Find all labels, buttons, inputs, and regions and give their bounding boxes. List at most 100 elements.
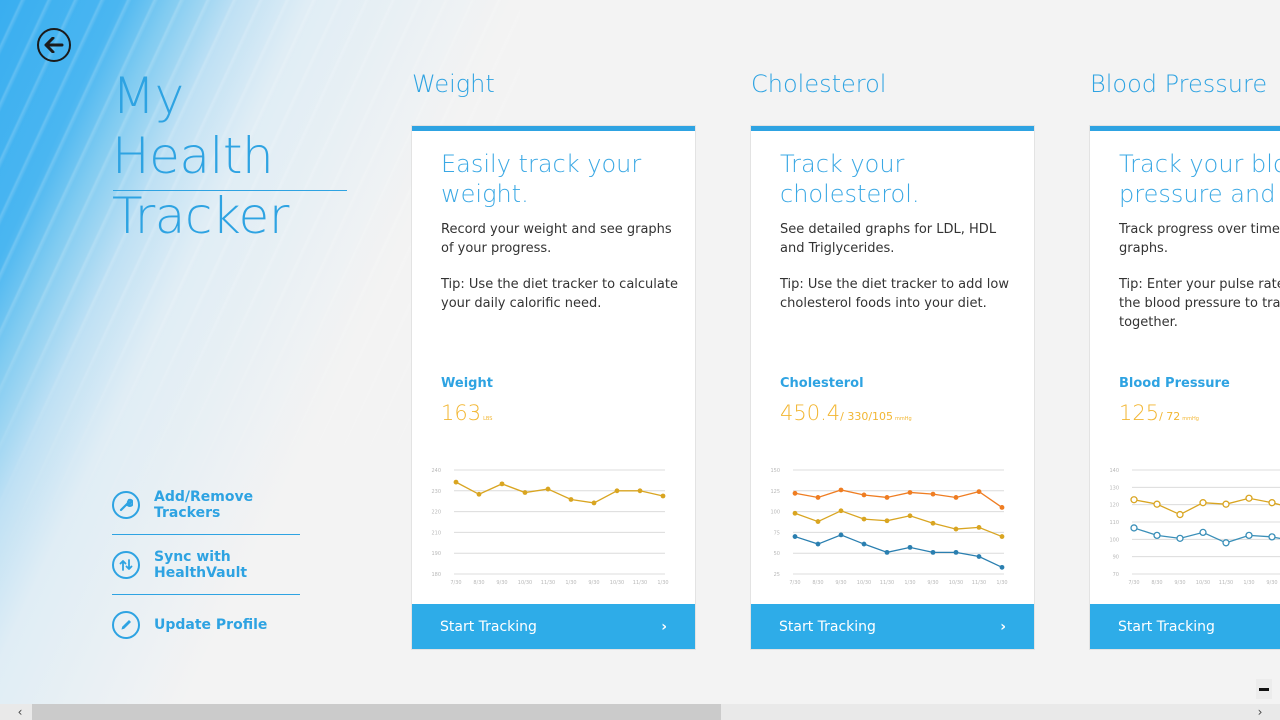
- section-title[interactable]: Weight: [412, 68, 695, 100]
- metric-value: 450.4/ 330/105 mmHg: [780, 401, 912, 425]
- description-paragraph: See detailed graphs for LDL, HDL and Trig…: [780, 222, 997, 256]
- y-tick-label: 230: [431, 489, 441, 495]
- data-point: [953, 549, 959, 555]
- action-label: Update Profile: [154, 617, 268, 633]
- data-point: [930, 491, 936, 497]
- data-point: [861, 516, 867, 522]
- pencil-icon: [112, 611, 140, 639]
- sync-arrows-icon: [112, 550, 140, 579]
- data-point: [930, 520, 936, 526]
- update-profile-button[interactable]: Update Profile: [112, 595, 300, 655]
- data-point: [815, 495, 821, 500]
- card-description: Track progress over time withgraphs. Tip…: [1119, 220, 1280, 332]
- metric-label: Weight: [441, 376, 493, 391]
- x-tick-label: 1/30: [1243, 580, 1254, 586]
- metric-value: 125/ 72 mmHg: [1119, 401, 1199, 425]
- y-tick-label: 125: [770, 489, 780, 495]
- action-label: Add/Remove Trackers: [154, 488, 254, 521]
- data-point: [1268, 499, 1276, 507]
- data-point: [930, 549, 936, 555]
- data-point: [591, 500, 597, 506]
- metric-primary: 450.4: [780, 401, 841, 425]
- data-point: [453, 479, 459, 485]
- y-tick-label: 75: [774, 530, 780, 536]
- start-tracking-button[interactable]: Start Tracking ›: [751, 604, 1034, 649]
- start-tracking-button[interactable]: Start Tracking ›: [412, 604, 695, 649]
- page-title: My Health Tracker: [112, 66, 352, 246]
- data-point: [838, 487, 844, 493]
- x-tick-label: 9/30: [1174, 580, 1185, 586]
- data-point: [1176, 510, 1184, 519]
- x-tick-label: 7/30: [789, 580, 800, 586]
- x-tick-label: 8/30: [812, 580, 823, 586]
- data-point: [637, 488, 643, 494]
- tip-paragraph: Tip: Use the diet tracker to calculate yo…: [441, 277, 678, 311]
- wrench-icon: [112, 490, 140, 519]
- headline-line: Track your: [780, 150, 905, 178]
- data-point: [976, 554, 982, 559]
- horizontal-scrollbar[interactable]: ‹ ›: [0, 704, 1280, 720]
- data-point: [976, 489, 982, 495]
- tip-paragraph: Tip: Use the diet tracker to add low chol…: [780, 277, 1009, 311]
- headline-line: Track your blood: [1119, 150, 1280, 178]
- y-tick-label: 180: [431, 572, 441, 578]
- y-tick-label: 130: [1109, 485, 1119, 491]
- chevron-right-icon: ›: [661, 618, 667, 635]
- data-point: [907, 490, 913, 495]
- data-point: [907, 513, 913, 519]
- metric-label: Cholesterol: [780, 376, 864, 391]
- headline-line: Easily track your: [441, 150, 642, 178]
- data-point: [1130, 496, 1138, 504]
- data-point: [976, 525, 982, 530]
- x-tick-label: 1/30: [996, 580, 1007, 586]
- y-tick-label: 100: [770, 510, 780, 516]
- data-point: [999, 534, 1005, 539]
- blood-pressure-card[interactable]: Track your blood pressure and pulse. Tra…: [1090, 126, 1280, 649]
- sync-healthvault-button[interactable]: Sync with HealthVault: [112, 535, 300, 595]
- x-tick-label: 10/30: [518, 580, 532, 586]
- x-tick-label: 9/30: [1266, 580, 1277, 586]
- weight-card[interactable]: Easily track your weight. Record your we…: [412, 126, 695, 649]
- data-point: [792, 534, 798, 539]
- data-point: [999, 564, 1005, 570]
- scroll-left-icon[interactable]: ‹: [12, 704, 28, 720]
- section-title[interactable]: Cholesterol: [751, 68, 1034, 100]
- x-tick-label: 9/30: [588, 580, 599, 586]
- data-point: [1222, 539, 1230, 547]
- card-description: Record your weight and see graphs of your…: [441, 220, 695, 313]
- data-point: [953, 526, 959, 532]
- x-tick-label: 1/30: [904, 580, 915, 586]
- weight-chart: 240 230 220 210 190 180 7/30 8/30 9/30 10/30 11/30…: [431, 468, 668, 586]
- y-tick-label: 120: [1109, 503, 1119, 509]
- y-tick-label: 140: [1109, 468, 1119, 474]
- cholesterol-card[interactable]: Track your cholesterol. See detailed gra…: [751, 126, 1034, 649]
- x-tick-label: 10/30: [1196, 580, 1210, 586]
- back-button[interactable]: [37, 28, 71, 62]
- section-title[interactable]: Blood Pressure: [1090, 68, 1280, 100]
- chevron-right-icon: ›: [1000, 618, 1006, 635]
- scroll-right-icon[interactable]: ›: [1252, 704, 1268, 720]
- y-tick-label: 50: [774, 551, 780, 557]
- scrollbar-thumb[interactable]: [32, 704, 721, 720]
- headline-line: weight.: [441, 180, 529, 208]
- data-point: [953, 495, 959, 500]
- button-label: Start Tracking: [440, 618, 537, 635]
- y-tick-label: 110: [1109, 520, 1119, 526]
- headline-line: pressure and pulse.: [1119, 180, 1280, 208]
- y-tick-label: 90: [1113, 555, 1119, 561]
- data-point: [1153, 500, 1161, 508]
- data-point: [1199, 528, 1207, 537]
- semantic-zoom-button[interactable]: [1256, 679, 1272, 699]
- metric-primary: 125: [1119, 401, 1160, 425]
- start-tracking-button[interactable]: Start Tracking ›: [1090, 604, 1280, 649]
- metric-unit: LBS: [483, 416, 493, 422]
- data-point: [499, 481, 505, 487]
- metric-unit: mmHg: [1182, 416, 1199, 422]
- x-tick-label: 11/30: [541, 580, 555, 586]
- x-tick-label: 10/30: [857, 580, 871, 586]
- series-line: [794, 489, 1003, 508]
- description-paragraph: Track progress over time withgraphs.: [1119, 222, 1280, 256]
- metric-secondary: / 72: [1159, 410, 1181, 423]
- actions-list: Add/Remove Trackers Sync with HealthVaul…: [112, 475, 300, 655]
- add-remove-trackers-button[interactable]: Add/Remove Trackers: [112, 475, 300, 535]
